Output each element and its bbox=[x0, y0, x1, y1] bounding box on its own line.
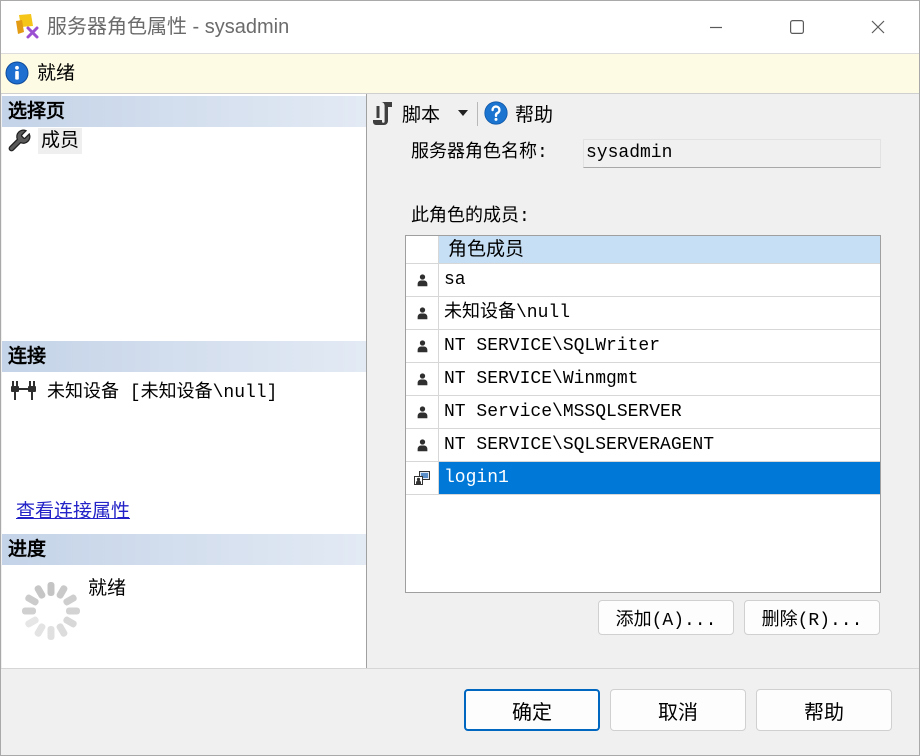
user-icon bbox=[417, 373, 427, 386]
server-role-properties-dialog: 服务器角色属性 - sysadmin 就绪 选择页 成员 连接 未知设备 [未知… bbox=[0, 0, 920, 756]
role-name-field[interactable]: sysadmin bbox=[583, 139, 881, 168]
maximize-button[interactable] bbox=[770, 1, 824, 53]
caret-down-icon bbox=[458, 110, 469, 116]
status-text: 就绪 bbox=[37, 63, 76, 84]
member-type-cell bbox=[406, 330, 439, 362]
members-list[interactable]: 角色成员 sa 未知设备\null NT SERVICE\SQLWriter NT S… bbox=[405, 235, 881, 593]
cancel-button[interactable]: 取消 bbox=[610, 689, 746, 731]
minimize-button[interactable] bbox=[689, 1, 743, 53]
members-list-body: sa 未知设备\null NT SERVICE\SQLWriter NT SERVIC… bbox=[406, 264, 880, 495]
wrench-icon bbox=[8, 129, 31, 152]
members-list-header: 角色成员 bbox=[406, 236, 880, 264]
status-bar: 就绪 bbox=[1, 53, 919, 94]
type-column-header[interactable] bbox=[406, 236, 439, 263]
remove-member-button[interactable]: 删除(R)... bbox=[744, 600, 880, 635]
script-icon bbox=[373, 101, 392, 125]
left-panel: 选择页 成员 连接 未知设备 [未知设备\null] 查看连接属性 进度 就绪 bbox=[2, 94, 367, 668]
spinner-icon bbox=[22, 582, 80, 640]
toolbar: 脚本 帮助 bbox=[367, 97, 919, 129]
close-icon bbox=[871, 20, 885, 34]
member-row[interactable]: NT Service\MSSQLSERVER bbox=[406, 396, 880, 429]
toolbar-separator bbox=[477, 102, 478, 126]
member-type-cell bbox=[406, 396, 439, 428]
user-icon bbox=[417, 439, 427, 452]
user-icon bbox=[417, 274, 427, 287]
member-row[interactable]: NT SERVICE\SQLWriter bbox=[406, 330, 880, 363]
plug-icon bbox=[11, 381, 36, 400]
toolbar-help-button[interactable]: 帮助 bbox=[484, 97, 553, 129]
connection-info: 未知设备 [未知设备\null] bbox=[10, 377, 277, 403]
member-name: NT SERVICE\SQLSERVERAGENT bbox=[444, 435, 715, 455]
page-item-label: 成员 bbox=[38, 128, 83, 154]
member-type-cell bbox=[406, 264, 439, 296]
close-button[interactable] bbox=[851, 1, 905, 53]
add-member-button[interactable]: 添加(A)... bbox=[598, 600, 734, 635]
connection-header: 连接 bbox=[2, 341, 366, 372]
member-name: sa bbox=[444, 270, 466, 290]
maximize-icon bbox=[790, 20, 804, 34]
help-button[interactable]: 帮助 bbox=[756, 689, 892, 731]
title-bar[interactable]: 服务器角色属性 - sysadmin bbox=[1, 1, 919, 53]
ok-button[interactable]: 确定 bbox=[464, 689, 600, 731]
select-page-header: 选择页 bbox=[2, 96, 366, 127]
right-panel: 脚本 帮助 服务器角色名称: sysadmin 此角色的成员: 角色成员 sa 未… bbox=[367, 94, 919, 668]
user-icon bbox=[417, 307, 427, 320]
members-label: 此角色的成员: bbox=[411, 207, 530, 227]
member-name: NT Service\MSSQLSERVER bbox=[444, 402, 682, 422]
ssms-app-icon bbox=[16, 14, 39, 39]
member-type-cell bbox=[406, 462, 439, 494]
windows-login-icon bbox=[414, 471, 430, 485]
user-icon bbox=[417, 340, 427, 353]
role-name-label: 服务器角色名称: bbox=[411, 143, 548, 163]
member-name: 未知设备\null bbox=[444, 303, 571, 323]
member-row[interactable]: NT SERVICE\SQLSERVERAGENT bbox=[406, 429, 880, 462]
connection-server: 未知设备 [未知设备\null] bbox=[47, 383, 278, 403]
member-row[interactable]: login1 bbox=[406, 462, 880, 495]
script-label: 脚本 bbox=[402, 104, 441, 126]
user-icon bbox=[417, 406, 427, 419]
progress-header: 进度 bbox=[2, 534, 366, 565]
info-icon bbox=[5, 61, 29, 85]
view-connection-properties-link[interactable]: 查看连接属性 bbox=[16, 499, 130, 525]
member-row[interactable]: NT SERVICE\Winmgmt bbox=[406, 363, 880, 396]
member-name: NT SERVICE\SQLWriter bbox=[444, 336, 661, 356]
member-type-cell bbox=[406, 297, 439, 329]
member-type-cell bbox=[406, 429, 439, 461]
member-row[interactable]: 未知设备\null bbox=[406, 297, 880, 330]
script-button[interactable]: 脚本 bbox=[372, 97, 469, 129]
page-item-members[interactable]: 成员 bbox=[6, 127, 83, 155]
member-column-header[interactable]: 角色成员 bbox=[439, 236, 880, 263]
member-name: NT SERVICE\Winmgmt bbox=[444, 369, 639, 389]
member-row[interactable]: sa bbox=[406, 264, 880, 297]
window-title: 服务器角色属性 - sysadmin bbox=[47, 16, 290, 38]
progress-status: 就绪 bbox=[88, 578, 127, 599]
member-type-cell bbox=[406, 363, 439, 395]
minimize-icon bbox=[710, 26, 722, 29]
help-icon bbox=[484, 101, 508, 125]
member-name: login1 bbox=[439, 462, 880, 494]
toolbar-help-label: 帮助 bbox=[515, 104, 554, 126]
dialog-footer: 确定 取消 帮助 bbox=[1, 668, 919, 755]
